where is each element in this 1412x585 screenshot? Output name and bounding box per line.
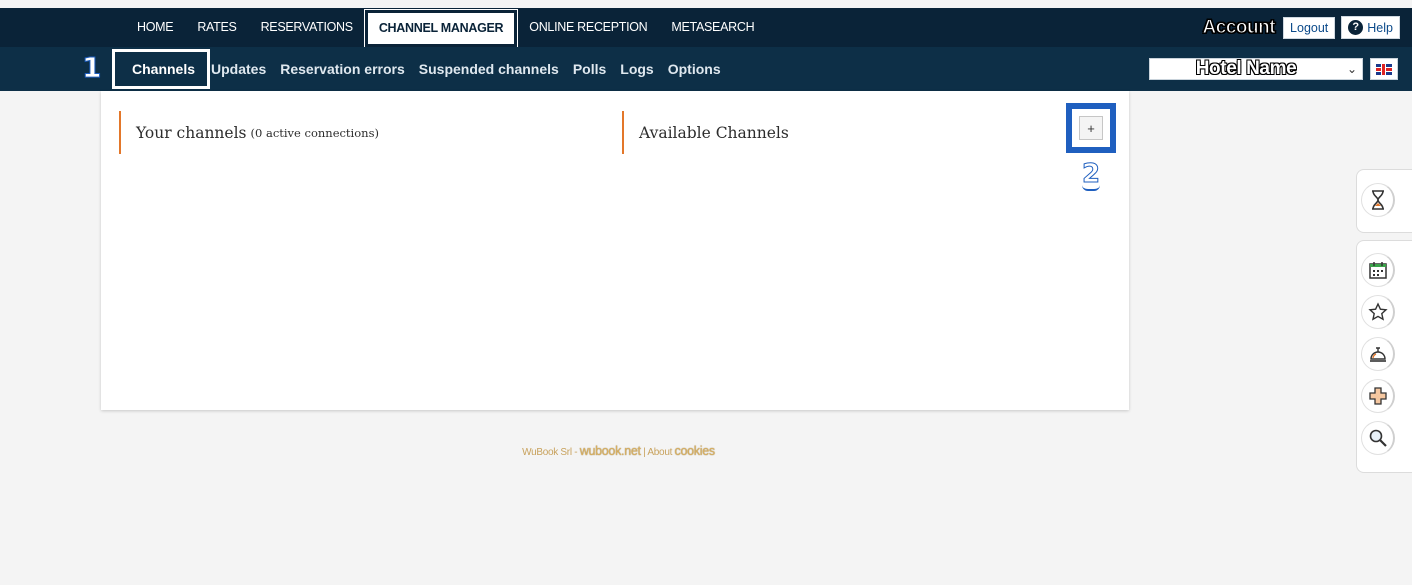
available-channels-heading: Available Channels [639, 123, 789, 142]
plus-icon[interactable] [1361, 379, 1395, 413]
hourglass-icon[interactable] [1361, 183, 1395, 217]
nav-home[interactable]: HOME [125, 8, 185, 47]
subnav-suspended-channels[interactable]: Suspended channels [412, 61, 566, 77]
footer-company: WuBook Srl - [522, 447, 578, 458]
channel-manager-menu: Channels Updates Reservation errors Susp… [112, 47, 728, 91]
nav-online-reception[interactable]: ONLINE RECEPTION [517, 8, 659, 47]
nav-channel-manager[interactable]: CHANNEL MANAGER [364, 9, 518, 47]
side-tools-top [1356, 169, 1412, 233]
uk-flag-icon [1376, 63, 1392, 75]
step-marker-1: 1 [81, 51, 102, 84]
hotel-selector[interactable]: Hotel Name ⌄ [1149, 58, 1363, 80]
footer: WuBook Srl - wubook.net | About cookies [0, 444, 1237, 458]
help-label: Help [1367, 20, 1393, 35]
active-connections-count: (0 active connections) [250, 125, 379, 140]
side-tools-bottom [1356, 240, 1412, 473]
help-icon: ? [1348, 20, 1364, 35]
subnav-logs[interactable]: Logs [613, 61, 660, 77]
footer-separator: | [643, 447, 646, 458]
nav-rates[interactable]: RATES [185, 8, 248, 47]
subnav-channels[interactable]: Channels [112, 49, 211, 89]
main-menu: HOME RATES RESERVATIONS CHANNEL MANAGER … [125, 8, 766, 47]
logout-button[interactable]: Logout [1283, 16, 1336, 39]
footer-site-link[interactable]: wubook.net [580, 444, 641, 458]
language-selector[interactable] [1370, 58, 1398, 80]
your-channels-heading: Your channels [136, 123, 247, 142]
channels-panel: Your channels (0 active connections) Ava… [101, 91, 1129, 410]
account-area: Account Logout ? Help [1202, 8, 1400, 47]
chevron-down-icon: ⌄ [1346, 62, 1358, 76]
magnifier-icon[interactable] [1361, 421, 1395, 455]
available-channels-section: Available Channels [622, 111, 789, 154]
hotel-name: Hotel Name [1195, 58, 1297, 79]
calendar-icon[interactable] [1361, 253, 1395, 287]
step-marker-2: 2 [1081, 159, 1101, 191]
subnav-polls[interactable]: Polls [566, 61, 613, 77]
nav-reservations[interactable]: RESERVATIONS [249, 8, 365, 47]
subnav-options[interactable]: Options [661, 61, 728, 77]
add-channel-button[interactable]: + [1079, 116, 1103, 140]
your-channels-section: Your channels (0 active connections) [119, 111, 379, 154]
add-channel-highlight: + [1066, 103, 1116, 153]
sub-navigation-bar: Channels Updates Reservation errors Susp… [0, 47, 1412, 91]
reception-bell-icon[interactable] [1361, 337, 1395, 371]
account-label[interactable]: Account [1202, 16, 1276, 39]
top-navigation-bar: HOME RATES RESERVATIONS CHANNEL MANAGER … [0, 8, 1412, 47]
subnav-updates[interactable]: Updates [204, 61, 273, 77]
subnav-reservation-errors[interactable]: Reservation errors [273, 61, 412, 77]
footer-cookies-link[interactable]: cookies [675, 444, 716, 458]
footer-about: About [647, 447, 673, 458]
star-icon[interactable] [1361, 295, 1395, 329]
nav-metasearch[interactable]: METASEARCH [659, 8, 766, 47]
help-button[interactable]: ? Help [1341, 16, 1400, 39]
logout-label: Logout [1290, 20, 1329, 35]
